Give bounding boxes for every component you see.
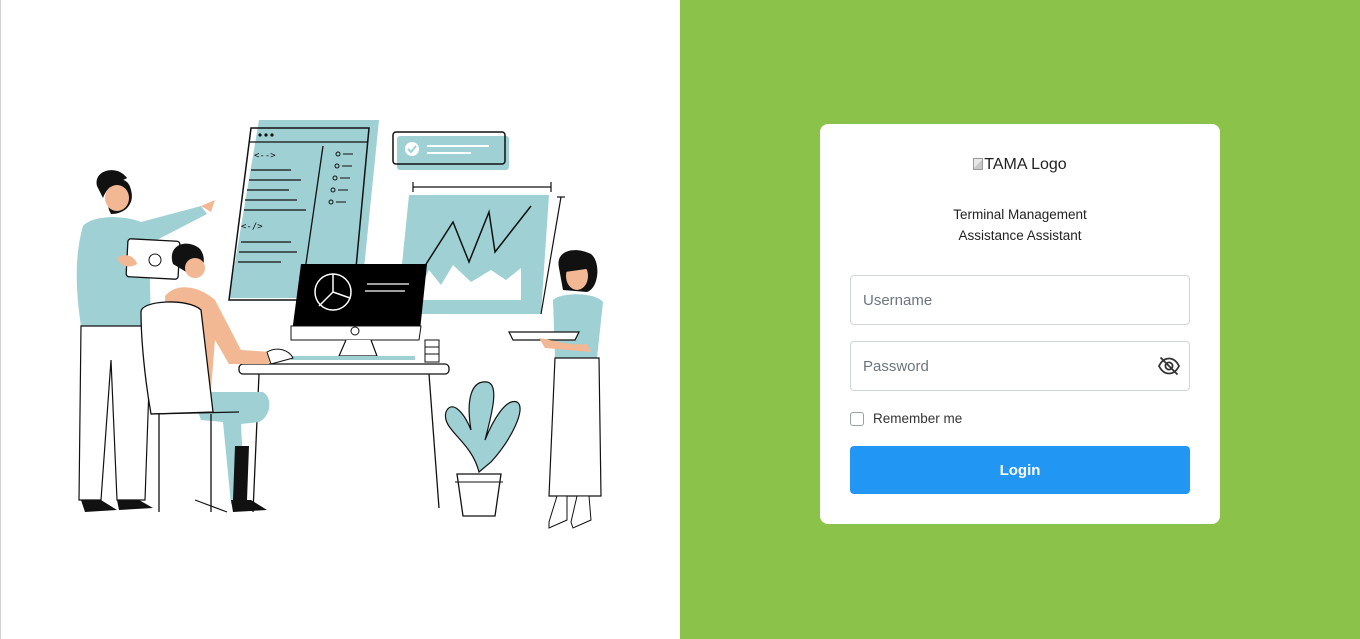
svg-text:<-->: <-->	[254, 151, 276, 161]
svg-text:<-/>: <-/>	[241, 222, 263, 232]
logo-alt-text: TAMA Logo	[984, 156, 1067, 173]
password-input[interactable]	[851, 342, 1153, 390]
username-input[interactable]	[851, 276, 1153, 324]
remember-me-option[interactable]: Remember me	[850, 411, 962, 426]
monitor-illustration	[290, 264, 427, 357]
login-card: TAMA Logo Terminal Management Assistance…	[820, 124, 1220, 524]
app-subtitle: Terminal Management Assistance Assistant	[820, 204, 1220, 246]
login-panel: TAMA Logo Terminal Management Assistance…	[680, 0, 1360, 639]
username-field-wrapper	[850, 275, 1190, 325]
broken-image-icon	[973, 158, 984, 170]
desk-illustration	[238, 339, 450, 513]
password-field-wrapper	[850, 341, 1190, 391]
remember-me-label: Remember me	[873, 411, 963, 426]
team-illustration: <--> <-/>	[76, 120, 603, 529]
subtitle-line-2: Assistance Assistant	[958, 228, 1082, 243]
remember-me-checkbox[interactable]	[850, 411, 864, 426]
logo: TAMA Logo	[820, 154, 1220, 176]
notification-card-illustration	[392, 131, 509, 170]
subtitle-line-1: Terminal Management	[953, 207, 1087, 222]
login-page: <--> <-/> TAMA Logo Terminal Management …	[0, 0, 1360, 639]
eye-slash-icon[interactable]	[1157, 355, 1181, 377]
login-button[interactable]: Login	[850, 446, 1190, 494]
illustration-panel: <--> <-/>	[0, 0, 680, 639]
plant-illustration	[444, 381, 521, 517]
